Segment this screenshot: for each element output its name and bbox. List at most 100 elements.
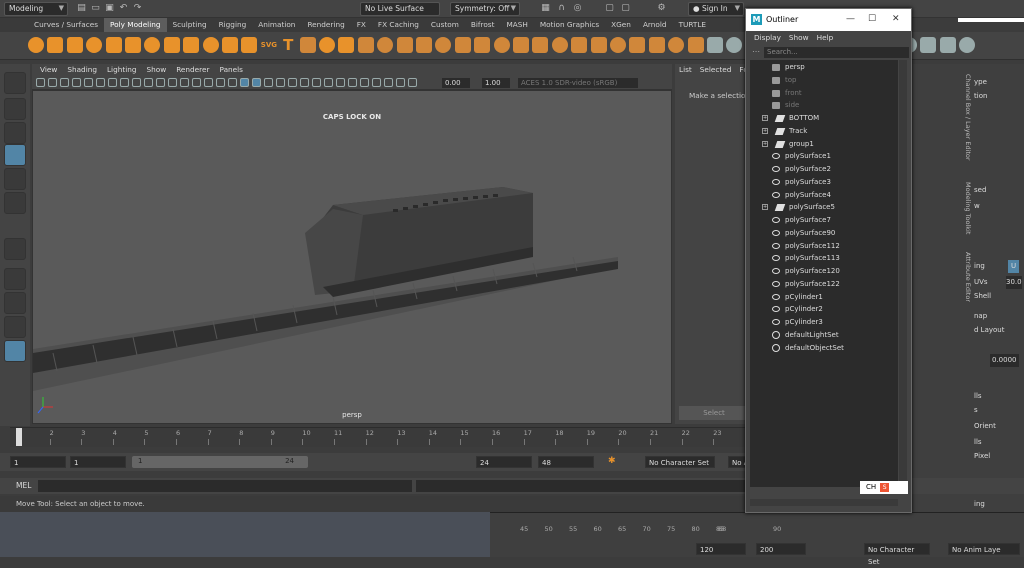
outliner-item[interactable]: pCylinder2 [750,303,898,316]
viewport-menu-renderer[interactable]: Renderer [171,64,214,76]
right-dock-row[interactable]: sed [974,184,986,197]
current-frame-marker[interactable] [16,428,22,446]
shelf-tab-poly-modeling[interactable]: Poly Modeling [104,18,167,32]
snap-point-icon[interactable]: ◎ [572,3,583,14]
outliner-item[interactable]: defaultObjectSet [750,342,898,355]
smooth-icon[interactable] [357,37,374,53]
color-space-menu[interactable]: ACES 1.0 SDR-video (sRGB) [518,78,638,88]
viewport-toolbar-icon[interactable] [396,78,405,87]
select-tool-icon[interactable] [4,72,26,94]
combine-icon[interactable] [319,37,335,53]
cube-icon[interactable] [47,37,64,53]
save-scene-icon[interactable]: ▣ [104,3,115,14]
right-dock-row[interactable]: 0.0000 [990,354,1019,367]
viewport-toolbar-icon[interactable] [120,78,129,87]
right-dock-row[interactable]: lls [974,390,982,403]
viewport-toolbar-icon[interactable] [276,78,285,87]
sign-in-menu[interactable]: ● Sign In ▼ [688,2,744,16]
time-slider[interactable]: 1234567891011121314151617181920212223 [10,427,750,447]
outliner-item[interactable]: + group1 [750,138,898,151]
outliner-item[interactable]: pCylinder1 [750,291,898,304]
outliner-item[interactable]: + BOTTOM [750,112,898,125]
paint-select-tool-icon[interactable] [4,122,26,144]
grid-icon[interactable] [959,37,976,53]
ipr-icon[interactable]: ▢ [620,3,631,14]
right-dock-row[interactable]: ype [974,76,987,89]
shelf-tab-fx[interactable]: FX [351,18,372,32]
merge-icon[interactable] [493,37,510,53]
outliner-item[interactable]: + Track [750,125,898,138]
custom-layout-icon[interactable] [4,340,26,362]
outliner-item[interactable]: pCylinder3 [750,316,898,329]
viewport-toolbar-icon[interactable] [72,78,81,87]
outliner-menu-help[interactable]: Help [813,31,838,44]
shelf-tab-turtle[interactable]: TURTLE [673,18,712,32]
fill-hole-icon[interactable] [474,37,491,53]
torus-icon[interactable] [105,37,122,53]
shelf-tab-motion-graphics[interactable]: Motion Graphics [534,18,605,32]
viewport-toolbar-icon[interactable] [324,78,333,87]
attribute-tab-list[interactable]: List [675,64,696,76]
outliner-vertical-scrollbar[interactable] [899,60,907,487]
viewport-toolbar-icon[interactable] [180,78,189,87]
right-dock-row[interactable]: s [974,404,978,417]
outliner-item[interactable]: polySurface90 [750,227,898,240]
viewport-toolbar-icon[interactable] [192,78,201,87]
outliner-item[interactable]: side [750,99,898,112]
viewport-toolbar-icon[interactable] [48,78,57,87]
shelf-tab-rendering[interactable]: Rendering [301,18,350,32]
viewport-toolbar-icon[interactable] [144,78,153,87]
redo-icon[interactable]: ↷ [132,3,143,14]
viewport-toolbar-icon[interactable] [36,78,45,87]
superellipse-icon[interactable] [299,37,316,53]
right-dock-row[interactable]: nap [974,310,987,323]
symmetry-menu[interactable]: Symmetry: Off ▼ [450,2,520,16]
shelf-tab-arnold[interactable]: Arnold [637,18,673,32]
character-set-menu[interactable]: No Character Set [645,456,715,468]
bg-character-set[interactable]: No Character Set [864,543,930,566]
outliner-window[interactable]: M Outliner — ☐ ✕ Display Show Help ⋯ Searc… [745,8,912,513]
live-surface-field[interactable]: No Live Surface [360,2,440,16]
viewport-toolbar-icon[interactable] [132,78,141,87]
right-dock-row[interactable]: d Layout [974,324,1004,337]
outliner-item[interactable]: polySurface112 [750,240,898,253]
right-dock-row[interactable]: w [974,200,980,213]
expand-icon[interactable]: + [762,127,768,134]
attribute-tab-selected[interactable]: Selected [696,64,736,76]
open-scene-icon[interactable]: ▭ [90,3,101,14]
right-dock-row[interactable]: tion [974,90,987,103]
viewport-toolbar-icon[interactable] [264,78,273,87]
outliner-item[interactable]: polySurface113 [750,252,898,265]
end-time-field[interactable]: 48 [538,456,594,468]
mel-label[interactable]: MEL [16,481,31,490]
viewport-menu-view[interactable]: View [35,64,62,76]
scale-tool-icon[interactable] [4,192,26,214]
viewport-menu-lighting[interactable]: Lighting [102,64,142,76]
right-dock-row[interactable]: Orient [974,420,996,433]
workspace-menu[interactable]: Modeling ▼ [4,2,68,16]
pipe-icon[interactable] [202,37,219,53]
shelf-tab-fx-caching[interactable]: FX Caching [372,18,425,32]
sphere-icon[interactable] [28,37,44,53]
shelf-tab-custom[interactable]: Custom [425,18,465,32]
right-dock-row[interactable]: ing [974,260,985,273]
multi-cut-icon[interactable] [532,37,549,53]
append-icon[interactable] [513,37,529,53]
move-tool-icon[interactable] [4,144,26,166]
disc-icon[interactable] [144,37,161,53]
side-by-side-layout-icon[interactable] [4,292,26,314]
bg-field-2[interactable]: 200 [756,543,806,555]
u-button[interactable]: U [1008,260,1020,273]
ime-indicator[interactable]: CH S [860,481,908,494]
outliner-item[interactable]: polySurface120 [750,265,898,278]
close-icon[interactable]: ✕ [892,14,900,24]
anim-end-field[interactable]: 24 [476,456,532,468]
rotate-tool-icon[interactable] [4,168,26,190]
bevel-icon[interactable] [416,37,432,53]
uv-editor-icon[interactable] [707,37,723,53]
new-scene-icon[interactable]: ▤ [76,3,87,14]
right-dock-row[interactable]: lls [974,436,982,449]
right-dock-row[interactable]: ing [974,498,985,511]
exposure-field[interactable]: 0.00 [442,78,470,88]
plane-icon[interactable] [125,37,141,53]
